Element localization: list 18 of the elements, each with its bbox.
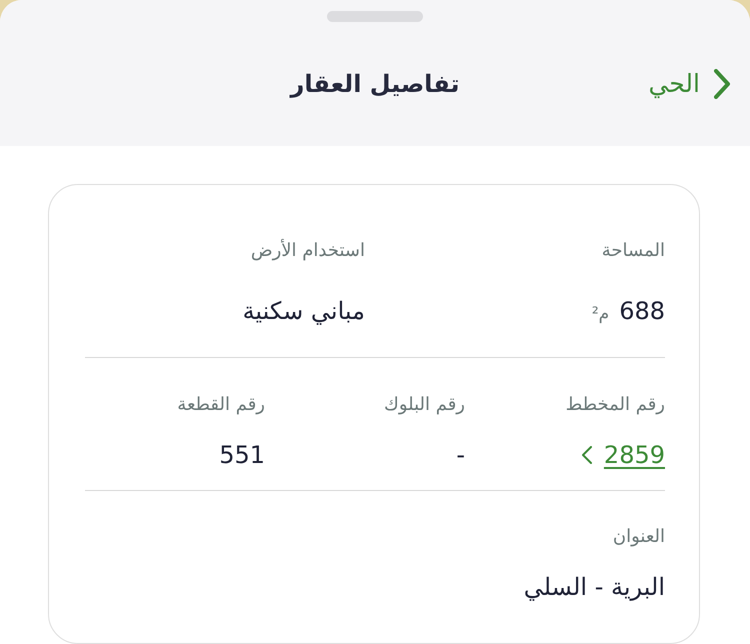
field-label: المساحة bbox=[600, 239, 665, 263]
field-value: 688 bbox=[619, 296, 665, 327]
drag-handle[interactable] bbox=[327, 11, 423, 22]
field-label: رقم القطعة bbox=[176, 393, 265, 417]
chevron-left-icon bbox=[582, 446, 592, 464]
field-label: استخدام الأرض bbox=[250, 238, 365, 263]
back-button[interactable]: الحي bbox=[648, 66, 730, 102]
field-value: 551 bbox=[219, 440, 265, 471]
field-value: - bbox=[456, 440, 465, 471]
page-title: تفاصيل العقار bbox=[290, 69, 460, 100]
unit-label: م² bbox=[592, 303, 610, 326]
chevron-right-icon bbox=[714, 69, 730, 99]
field-label: العنوان bbox=[612, 525, 665, 549]
field-value: البرية - السلي bbox=[524, 572, 665, 603]
field-link[interactable]: 2859 bbox=[582, 437, 665, 473]
field-label: رقم البلوك bbox=[382, 393, 465, 417]
field-label: رقم المخطط bbox=[564, 393, 665, 417]
field-value: مباني سكنية bbox=[242, 296, 365, 327]
